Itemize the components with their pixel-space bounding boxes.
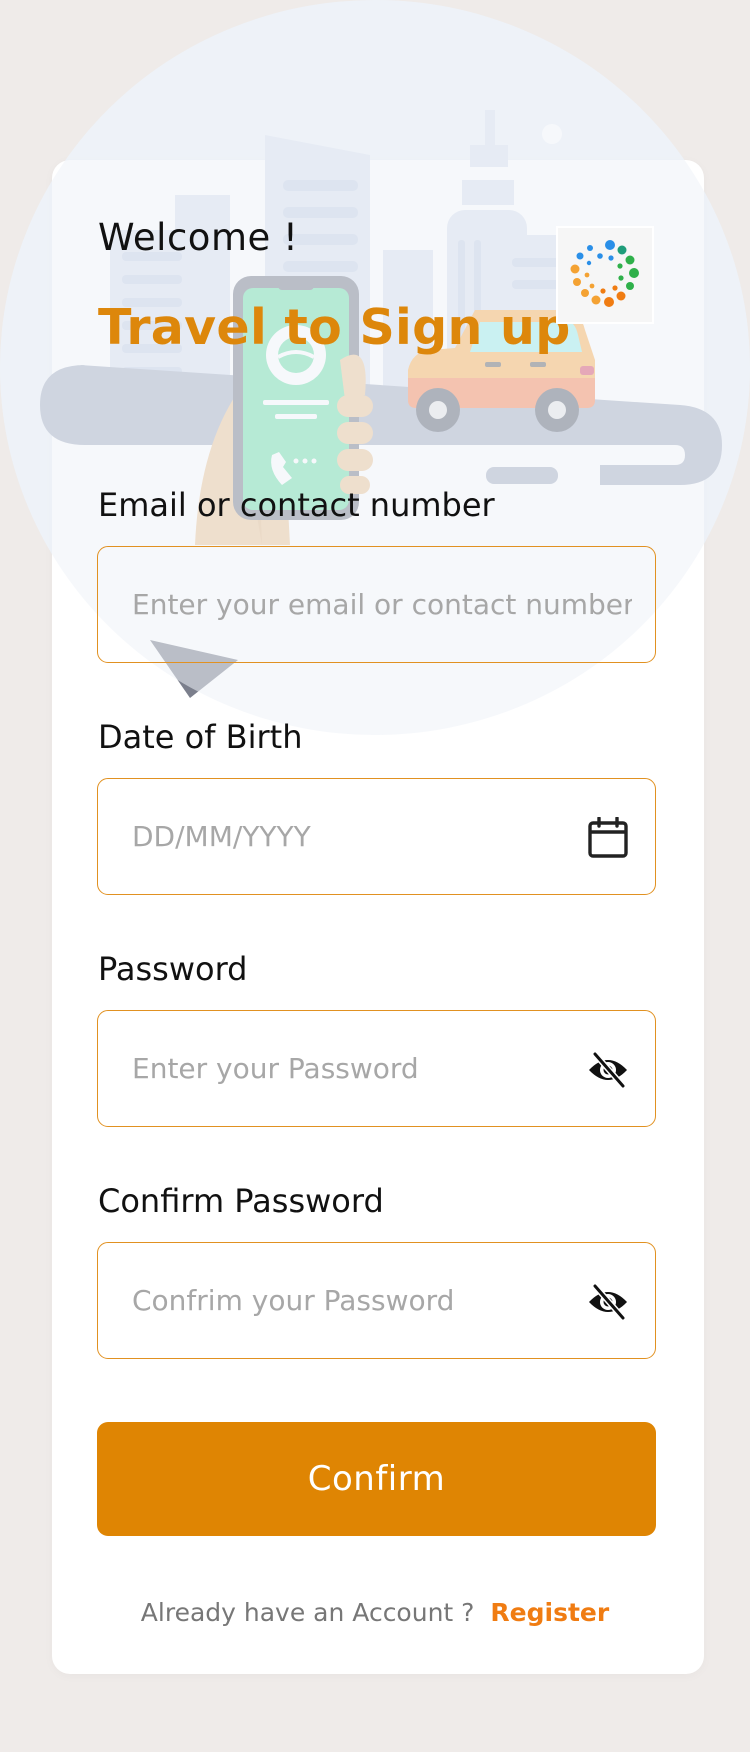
road [40, 365, 722, 485]
dob-input[interactable] [132, 779, 592, 894]
register-link[interactable]: Register [490, 1598, 609, 1627]
password-input[interactable] [132, 1011, 592, 1126]
brand-logo [556, 226, 654, 324]
email-label: Email or contact number [98, 486, 495, 524]
confirm-button[interactable]: Confirm [97, 1422, 656, 1536]
dotted-ring-logo-icon [570, 240, 639, 307]
welcome-text: Welcome ! [98, 216, 299, 259]
password-label: Password [98, 950, 248, 988]
dob-label: Date of Birth [98, 718, 303, 756]
page-title: Travel to Sign up [98, 299, 571, 356]
confirm-password-field-box [97, 1242, 656, 1359]
calendar-icon[interactable] [587, 817, 629, 859]
footer-prompt: Already have an Account ? [140, 1598, 475, 1627]
email-input[interactable] [132, 547, 632, 662]
dob-field-box [97, 778, 656, 895]
eye-off-icon[interactable] [587, 1281, 629, 1323]
signup-screen: Welcome ! Travel to Sign up Email or con… [0, 0, 750, 1752]
email-field-box [97, 546, 656, 663]
eye-off-icon[interactable] [587, 1049, 629, 1091]
password-field-box [97, 1010, 656, 1127]
footer-register: Already have an Account ? Register [0, 1596, 750, 1630]
confirm-password-input[interactable] [132, 1243, 592, 1358]
confirm-password-label: Confirm Password [98, 1182, 384, 1220]
